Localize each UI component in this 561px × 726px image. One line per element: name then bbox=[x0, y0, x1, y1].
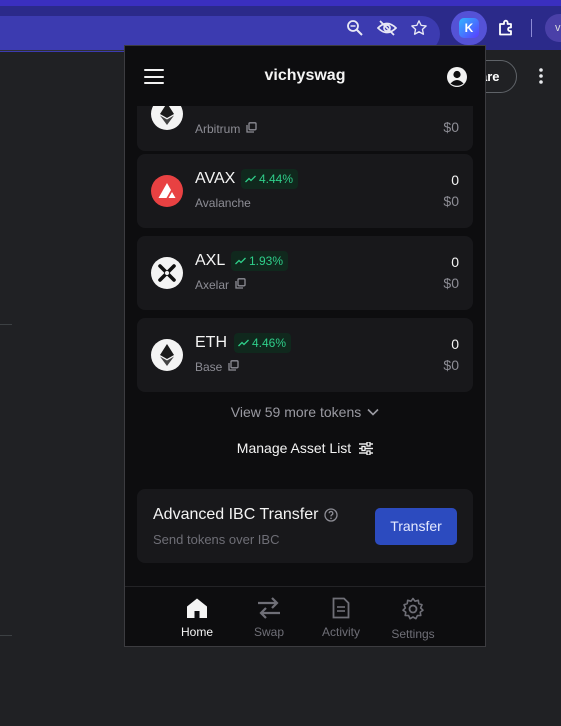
settings-icon bbox=[402, 597, 424, 620]
token-chain: Axelar bbox=[195, 278, 246, 292]
activity-icon bbox=[332, 597, 350, 619]
ethereum-logo-icon bbox=[151, 106, 183, 130]
ethereum-logo-icon bbox=[151, 339, 183, 371]
account-icon[interactable] bbox=[446, 66, 468, 88]
token-amount: 0 bbox=[451, 172, 459, 188]
token-symbol: AXL bbox=[195, 252, 226, 269]
trend-up-icon bbox=[235, 257, 246, 265]
star-icon[interactable] bbox=[407, 16, 431, 40]
token-list[interactable]: Arbitrum $0 AVAX 4.44% Avalanche 0 $0 AX… bbox=[125, 106, 485, 586]
token-row[interactable]: AXL 1.93% Axelar 0 $0 bbox=[137, 236, 473, 310]
home-icon bbox=[187, 598, 207, 618]
token-row[interactable]: Arbitrum $0 bbox=[137, 106, 473, 151]
transfer-button[interactable]: Transfer bbox=[375, 508, 457, 545]
swap-icon bbox=[258, 597, 280, 619]
toolbar-separator bbox=[531, 19, 532, 37]
token-amount: 0 bbox=[451, 336, 459, 352]
view-more-tokens-link[interactable]: View 59 more tokens bbox=[125, 404, 485, 420]
manage-asset-list-button[interactable]: Manage Asset List bbox=[125, 440, 485, 456]
help-icon[interactable] bbox=[324, 508, 339, 522]
trend-up-icon bbox=[245, 175, 256, 183]
chevron-down-icon bbox=[367, 408, 379, 416]
token-value: $0 bbox=[443, 275, 459, 291]
ibc-subtitle: Send tokens over IBC bbox=[153, 532, 280, 547]
token-row[interactable]: ETH 4.46% Base 0 $0 bbox=[137, 318, 473, 392]
token-row[interactable]: AVAX 4.44% Avalanche 0 $0 bbox=[137, 154, 473, 228]
price-change-badge: 4.44% bbox=[241, 169, 299, 189]
ibc-transfer-card: Advanced IBC Transfer Send tokens over I… bbox=[137, 489, 473, 563]
ibc-title: Advanced IBC Transfer bbox=[153, 506, 339, 524]
token-chain: Avalanche bbox=[195, 196, 251, 210]
token-amount: 0 bbox=[451, 254, 459, 270]
nav-activity[interactable]: Activity bbox=[310, 597, 372, 641]
token-symbol: ETH bbox=[195, 334, 227, 351]
zoom-icon[interactable] bbox=[343, 16, 367, 40]
more-options-icon[interactable] bbox=[534, 66, 548, 86]
nav-home[interactable]: Home bbox=[166, 597, 228, 641]
token-chain: Arbitrum bbox=[195, 122, 257, 136]
account-name[interactable]: vichyswag bbox=[125, 46, 485, 106]
token-chain: Base bbox=[195, 360, 240, 374]
avalanche-logo-icon bbox=[151, 175, 183, 207]
sliders-icon bbox=[359, 441, 374, 455]
nav-settings[interactable]: Settings bbox=[382, 597, 444, 641]
axelar-logo-icon bbox=[151, 257, 183, 289]
price-change-badge: 4.46% bbox=[234, 333, 292, 353]
trend-up-icon bbox=[238, 339, 249, 347]
eye-off-icon[interactable] bbox=[375, 16, 399, 40]
token-value: $0 bbox=[443, 357, 459, 373]
page-divider bbox=[0, 50, 124, 51]
page-divider bbox=[0, 635, 12, 636]
copy-icon[interactable] bbox=[228, 360, 240, 374]
popup-header: vichyswag bbox=[125, 46, 485, 106]
token-value: $0 bbox=[443, 119, 459, 135]
token-value: $0 bbox=[443, 193, 459, 209]
wallet-popup: vichyswag Arbitrum $0 AVAX 4.44% Avalanc… bbox=[124, 45, 486, 647]
copy-icon[interactable] bbox=[246, 122, 257, 136]
page-divider bbox=[0, 324, 12, 325]
copy-icon[interactable] bbox=[235, 278, 246, 292]
price-change-badge: 1.93% bbox=[231, 251, 289, 271]
bottom-nav: Home Swap Activity Settings bbox=[125, 586, 485, 646]
keplr-icon: K bbox=[459, 18, 479, 38]
nav-swap[interactable]: Swap bbox=[238, 597, 300, 641]
extensions-puzzle-icon[interactable] bbox=[494, 16, 518, 40]
token-symbol: AVAX bbox=[195, 170, 236, 187]
